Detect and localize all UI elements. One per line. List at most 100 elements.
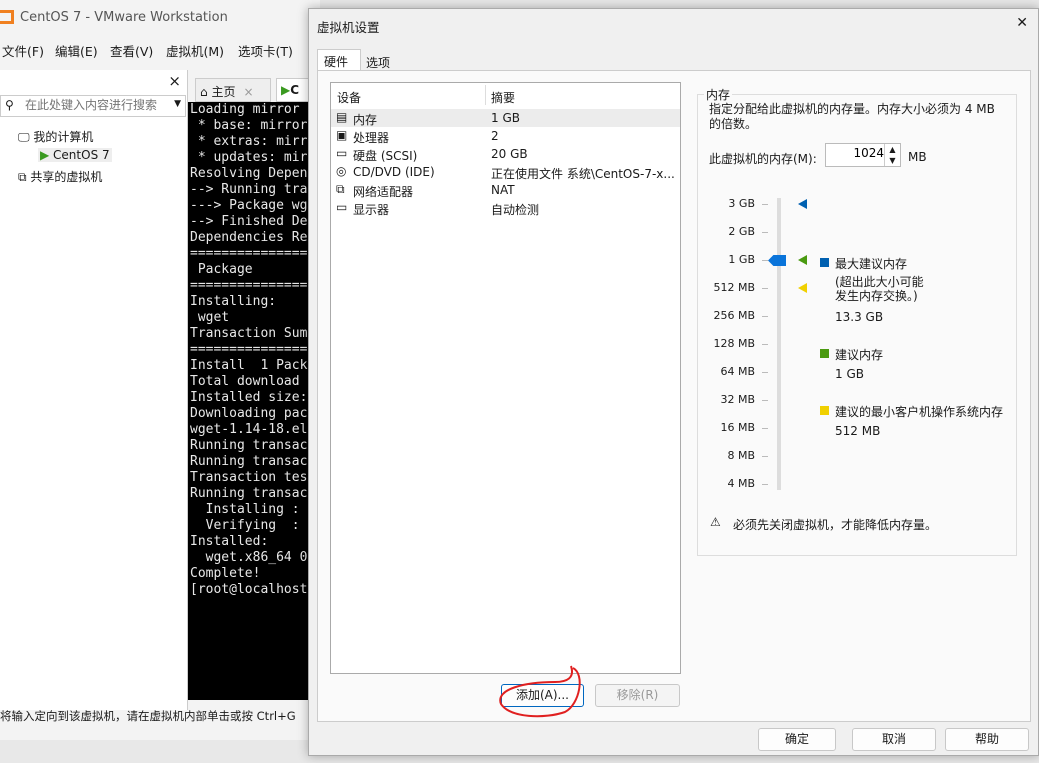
terminal-line: Total download [190, 374, 308, 389]
memory-unit: MB [908, 150, 927, 164]
search-input[interactable] [25, 98, 170, 112]
scale-tick [762, 204, 768, 205]
network-adapter-icon: ⧉ [336, 182, 345, 196]
device-row[interactable]: ◎ CD/DVD (IDE) 正在使用文件 系统\CentOS-7-x... [331, 163, 680, 181]
device-summary: 正在使用文件 系统\CentOS-7-x... [491, 167, 675, 181]
memory-icon: ▤ [336, 110, 348, 124]
help-button[interactable]: 帮助 [945, 728, 1029, 751]
legend-swatch [820, 406, 829, 415]
tree-shared-vms[interactable]: ⧉ 共享的虚拟机 [18, 168, 102, 185]
terminal-line: =============== [190, 278, 308, 293]
home-icon: ⌂ [200, 85, 212, 99]
device-summary: NAT [491, 183, 515, 197]
marker-max-icon [798, 199, 807, 209]
memory-spinbox[interactable]: ▲▼ [825, 143, 901, 167]
memory-group: 内存 指定分配给此虚拟机的内存量。内存大小必须为 4 MB 的倍数。 此虚拟机的… [697, 86, 1017, 556]
memory-slider-thumb[interactable] [768, 255, 786, 266]
terminal-line: Resolving Depen [190, 166, 308, 181]
scale-tick [762, 456, 768, 457]
tab-hardware[interactable]: 硬件 [317, 49, 361, 71]
spin-up-icon[interactable]: ▲ [885, 144, 900, 155]
scale-label: 32 MB [720, 393, 755, 406]
shared-vm-icon: ⧉ [18, 170, 31, 184]
device-row[interactable]: ▣ 处理器 2 [331, 127, 680, 145]
chevron-down-icon[interactable]: ▼ [174, 99, 181, 109]
menu-file[interactable]: 文件(F) [2, 41, 44, 60]
device-name: 硬盘 (SCSI) [353, 149, 418, 163]
legend-label: 建议内存 [835, 348, 884, 362]
library-panel: × ⚲ ▼ 🖵 我的计算机 ▶ CentOS 7 ⧉ 共享的虚拟机 [0, 70, 188, 710]
device-name: 显示器 [353, 203, 390, 217]
legend-label: 最大建议内存 [835, 257, 908, 271]
terminal-line: Verifying : [190, 518, 308, 533]
remove-button[interactable]: 移除(R) [595, 684, 680, 707]
close-tab-icon[interactable]: × [243, 85, 253, 99]
menu-view[interactable]: 查看(V) [110, 41, 153, 60]
cd-dvd-icon: ◎ [336, 164, 347, 178]
terminal-line: Installed: [190, 534, 269, 549]
menu-vm[interactable]: 虚拟机(M) [166, 41, 224, 60]
legend-value: 512 MB [835, 424, 881, 438]
terminal-line: wget-1.14-18.el [190, 422, 308, 437]
warning-icon: ⚠ [710, 515, 721, 529]
memory-group-title: 内存 [704, 86, 733, 103]
terminal-line: wget [190, 310, 230, 325]
library-close-button[interactable]: × [168, 72, 181, 90]
menu-tabs[interactable]: 选项卡(T) [238, 41, 293, 60]
column-header-device[interactable]: 设备 [337, 89, 361, 106]
device-name: CD/DVD (IDE) [353, 165, 435, 179]
terminal-line: Loading mirror [190, 102, 300, 117]
terminal-line: Downloading pac [190, 406, 308, 421]
search-icon: ⚲ [5, 98, 14, 112]
tree-my-computer[interactable]: 🖵 我的计算机 [18, 128, 93, 145]
scale-label: 512 MB [713, 281, 755, 294]
terminal-line: Running transac [190, 454, 308, 469]
close-button[interactable]: ✕ [1016, 15, 1028, 31]
vm-console[interactable]: Loading mirror * base: mirror * extras: … [188, 102, 310, 700]
spin-down-icon[interactable]: ▼ [885, 155, 900, 166]
cancel-button[interactable]: 取消 [852, 728, 936, 751]
display-icon: ▭ [336, 200, 348, 214]
scale-tick [762, 372, 768, 373]
device-row[interactable]: ⧉ 网络适配器 NAT [331, 181, 680, 199]
scale-tick [762, 232, 768, 233]
tab-home[interactable]: ⌂ 主页 × [195, 78, 271, 102]
memory-input[interactable] [828, 146, 884, 160]
menu-edit[interactable]: 编辑(E) [55, 41, 98, 60]
column-header-summary[interactable]: 摘要 [491, 89, 515, 106]
device-row[interactable]: ▤ 内存 1 GB [331, 109, 680, 127]
library-search[interactable]: ⚲ ▼ [0, 95, 186, 117]
terminal-line: Transaction Sum [190, 326, 308, 341]
computer-icon: 🖵 [18, 130, 34, 144]
column-divider[interactable] [485, 85, 486, 105]
vm-settings-dialog: 虚拟机设置 ✕ 硬件 选项 设备 摘要 ▤ 内存 1 GB ▣ 处理器 2 ▭ 硬盘 (SCS… [308, 8, 1039, 756]
spin-buttons[interactable]: ▲ ▼ [884, 144, 900, 166]
legend-swatch [820, 349, 829, 358]
scale-tick [762, 484, 768, 485]
status-bar: 将输入定向到该虚拟机，请在虚拟机内部单击或按 Ctrl+G [0, 709, 296, 723]
terminal-line: * extras: mirr [190, 134, 308, 149]
scale-tick [762, 288, 768, 289]
scale-tick [762, 428, 768, 429]
legend-label: 建议的最小客户机操作系统内存 [835, 405, 1004, 419]
device-row[interactable]: ▭ 显示器 自动检测 [331, 199, 680, 217]
ok-button[interactable]: 确定 [758, 728, 836, 751]
vmware-logo-icon [0, 10, 14, 24]
scale-label: 2 GB [728, 225, 755, 238]
scale-label: 128 MB [713, 337, 755, 350]
device-name: 网络适配器 [353, 185, 414, 199]
memory-slider-track[interactable] [777, 198, 781, 490]
tree-centos7[interactable]: ▶ CentOS 7 [38, 148, 112, 162]
device-summary: 自动检测 [491, 203, 540, 217]
hard-disk-icon: ▭ [336, 146, 348, 160]
device-row[interactable]: ▭ 硬盘 (SCSI) 20 GB [331, 145, 680, 163]
terminal-line: Transaction tes [190, 470, 308, 485]
device-list[interactable]: 设备 摘要 ▤ 内存 1 GB ▣ 处理器 2 ▭ 硬盘 (SCSI) 20 GB ◎ CD/DVD… [330, 82, 681, 674]
legend-value: 13.3 GB [835, 310, 884, 324]
memory-description: 指定分配给此虚拟机的内存量。内存大小必须为 4 MB 的倍数。 [709, 102, 995, 131]
window-title: CentOS 7 - VMware Workstation [20, 10, 228, 25]
scale-label: 3 GB [728, 197, 755, 210]
terminal-line: ---> Package wg [190, 198, 308, 213]
terminal-line: wget.x86_64 0 [190, 550, 308, 565]
scale-label: 256 MB [713, 309, 755, 322]
